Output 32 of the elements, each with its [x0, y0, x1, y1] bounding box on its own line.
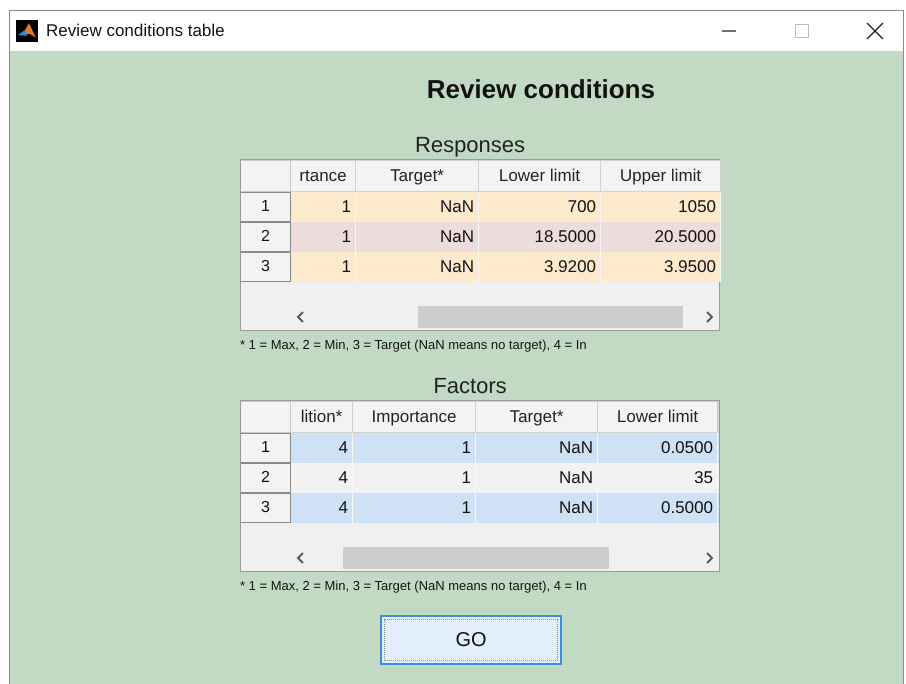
table-cell: 3.9200 — [479, 252, 601, 282]
table-cell: NaN — [356, 252, 479, 282]
column-header[interactable]: Upper limit — [601, 160, 721, 192]
row-header[interactable]: 1 — [241, 192, 291, 222]
table-cell: 3.9500 — [601, 252, 721, 282]
table-cell: 1 — [353, 493, 476, 523]
table-title: Responses — [414, 131, 526, 159]
go-button[interactable]: GO — [380, 615, 562, 665]
column-header[interactable]: lition* — [291, 401, 353, 433]
column-header[interactable]: Importance — [353, 401, 476, 433]
window-title: Review conditions table — [46, 21, 226, 41]
app-logo-icon — [16, 20, 38, 42]
dialog-heading: Review conditions — [426, 73, 655, 106]
column-header[interactable]: Target* — [476, 401, 598, 433]
footnote: * 1 = Max, 2 = Min, 3 = Target (NaN means no target), 4 = In — [240, 337, 588, 352]
scrollbar-thumb[interactable] — [343, 547, 609, 569]
table-cell: 4 — [291, 493, 353, 523]
row-header[interactable]: 2 — [241, 222, 291, 252]
column-header[interactable]: rtance — [291, 160, 356, 192]
row-header[interactable]: 3 — [241, 252, 291, 282]
table-title: Factors — [432, 372, 508, 400]
table-cell: NaN — [476, 493, 598, 523]
column-header[interactable]: Target* — [356, 160, 479, 192]
footnote: * 1 = Max, 2 = Min, 3 = Target (NaN means no target), 4 = In — [240, 578, 588, 593]
column-header[interactable]: Lower limit — [479, 160, 601, 192]
row-header[interactable]: 2 — [241, 463, 291, 493]
table-cell: 0.5000 — [598, 493, 718, 523]
column-header[interactable]: Lower limit — [598, 401, 718, 433]
row-header[interactable]: 1 — [241, 433, 291, 463]
scrollbar-thumb[interactable] — [418, 306, 683, 328]
table-cell: 1 — [291, 252, 356, 282]
row-header[interactable]: 3 — [241, 493, 291, 523]
